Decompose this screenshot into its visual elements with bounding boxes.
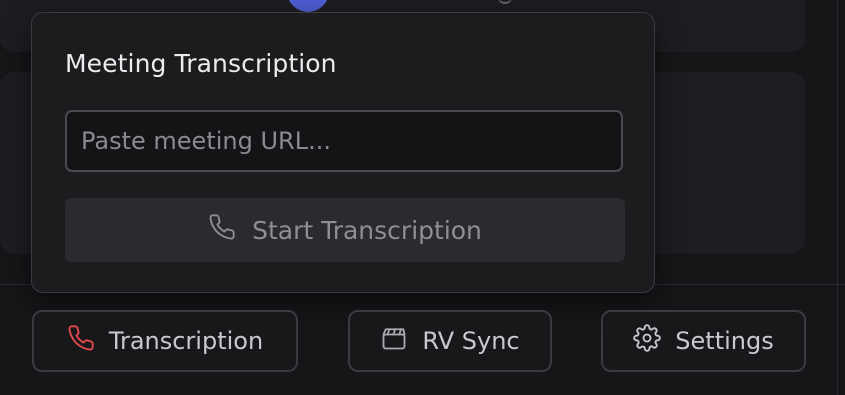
meeting-transcription-popover: Meeting Transcription Start Transcriptio… <box>31 12 655 293</box>
meeting-url-input[interactable] <box>65 110 623 172</box>
settings-label: Settings <box>675 327 774 355</box>
gear-icon <box>633 324 662 358</box>
transcription-button[interactable]: Transcription <box>32 310 298 372</box>
start-transcription-button[interactable]: Start Transcription <box>65 198 625 262</box>
side-divider <box>837 0 838 395</box>
transcription-label: Transcription <box>108 327 264 355</box>
popover-title: Meeting Transcription <box>65 49 337 78</box>
rv-sync-label: RV Sync <box>422 327 520 355</box>
app-root: Meeting Transcription Start Transcriptio… <box>0 0 845 395</box>
phone-icon <box>208 213 236 247</box>
settings-button[interactable]: Settings <box>601 310 806 372</box>
clapperboard-icon <box>380 324 408 358</box>
start-transcription-label: Start Transcription <box>252 215 482 245</box>
rv-sync-button[interactable]: RV Sync <box>348 310 552 372</box>
phone-icon <box>67 324 95 358</box>
